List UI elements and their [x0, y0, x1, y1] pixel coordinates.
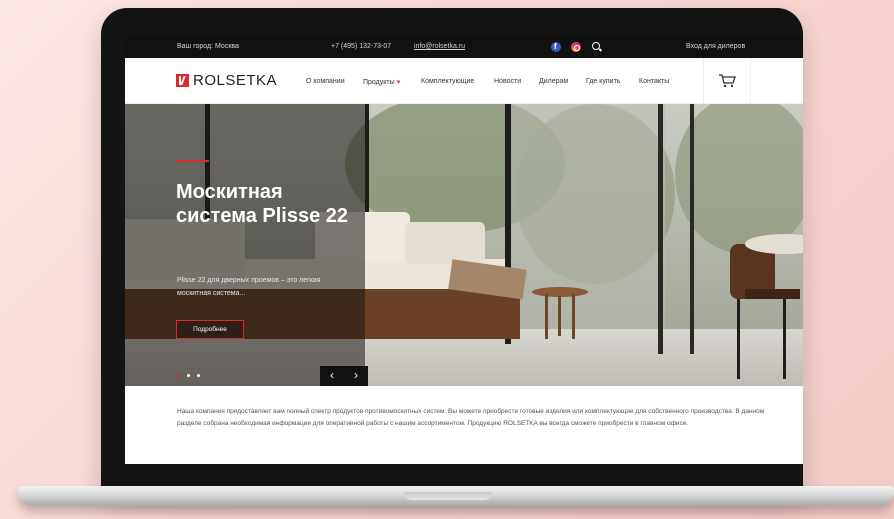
phone-number[interactable]: +7 (495) 132-73-07 — [331, 43, 391, 50]
cart-icon — [719, 74, 736, 88]
chevron-down-icon: ▾ — [396, 79, 401, 86]
city-selector[interactable]: Ваш город: Москва — [177, 43, 239, 50]
hero-description: Plisse 22 для дверных проемов – это легк… — [177, 277, 321, 297]
main-header: ROLSETKA О компании Продукты ▾ Комплектую… — [125, 58, 803, 104]
nav-products[interactable]: Продукты ▾ — [363, 78, 400, 86]
slider-arrows: ‹ › — [320, 366, 368, 386]
nav-components[interactable]: Комплектующие — [421, 78, 474, 85]
website-screen: Ваш город: Москва +7 (495) 132-73-07 inf… — [125, 36, 803, 464]
instagram-icon[interactable] — [571, 42, 581, 52]
email-link[interactable]: info@rolsetka.ru — [414, 43, 465, 50]
nav-contacts[interactable]: Контакты — [639, 78, 669, 85]
more-button[interactable]: Подробнее — [176, 320, 244, 339]
slide-dot-active[interactable] — [177, 374, 180, 377]
nav-about[interactable]: О компании — [306, 78, 345, 85]
nav-dealers[interactable]: Дилерам — [539, 78, 568, 85]
top-bar: Ваш город: Москва +7 (495) 132-73-07 inf… — [125, 36, 803, 58]
prev-slide-button[interactable]: ‹ — [320, 366, 344, 386]
logo-text[interactable]: ROLSETKA — [193, 72, 277, 89]
title-accent-line — [177, 160, 209, 162]
hero-slider: Москитная система Plisse 22 Plisse 22 дл… — [125, 104, 803, 386]
dealer-login-link[interactable]: Вход для дилеров — [686, 43, 745, 50]
next-slide-button[interactable]: › — [344, 366, 368, 386]
hero-title: Москитная система Plisse 22 — [176, 181, 349, 227]
hero-overlay — [125, 104, 365, 386]
search-icon[interactable] — [592, 42, 600, 50]
slide-dot[interactable] — [187, 374, 190, 377]
nav-news[interactable]: Новости — [494, 78, 521, 85]
cart-button[interactable] — [703, 58, 751, 104]
nav-products-label: Продукты — [363, 79, 395, 86]
laptop-notch — [404, 492, 492, 500]
nav-where-to-buy[interactable]: Где купить — [586, 78, 620, 85]
facebook-icon[interactable] — [551, 42, 561, 52]
about-text: Наша компания предоставляет вам полный с… — [177, 408, 765, 427]
logo-icon[interactable] — [176, 74, 189, 87]
slide-dot[interactable] — [197, 374, 200, 377]
